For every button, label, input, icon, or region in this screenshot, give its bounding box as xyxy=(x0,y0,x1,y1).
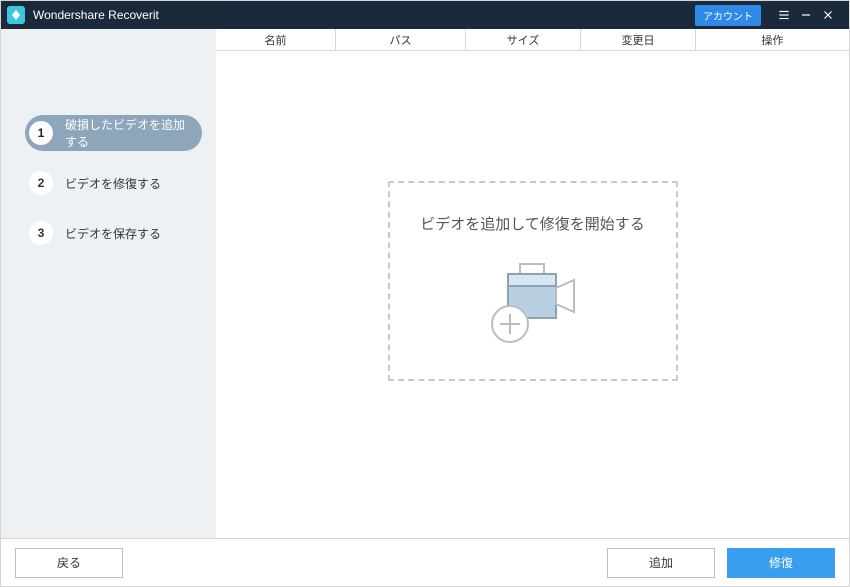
minimize-icon[interactable] xyxy=(795,4,817,26)
close-icon[interactable] xyxy=(817,4,839,26)
table-header: 名前 パス サイズ 変更日 操作 xyxy=(216,29,849,51)
add-button[interactable]: 追加 xyxy=(607,548,715,578)
sidebar: 1 破損したビデオを追加する 2 ビデオを修復する 3 ビデオを保存する xyxy=(1,29,216,538)
step-number: 2 xyxy=(29,171,53,195)
titlebar: Wondershare Recoverit アカウント xyxy=(1,1,849,29)
column-date[interactable]: 変更日 xyxy=(581,29,696,50)
step-1-add-video[interactable]: 1 破損したビデオを追加する xyxy=(25,115,202,151)
menu-icon[interactable] xyxy=(773,4,795,26)
column-name[interactable]: 名前 xyxy=(216,29,336,50)
repair-button[interactable]: 修復 xyxy=(727,548,835,578)
step-number: 3 xyxy=(29,221,53,245)
app-logo-icon xyxy=(7,6,25,24)
column-operations[interactable]: 操作 xyxy=(696,29,849,50)
account-button[interactable]: アカウント xyxy=(695,5,761,26)
drop-area: ビデオを追加して修復を開始する xyxy=(216,51,849,538)
main-panel: 名前 パス サイズ 変更日 操作 ビデオを追加して修復を開始する xyxy=(216,29,849,538)
app-title: Wondershare Recoverit xyxy=(33,8,159,22)
footer: 戻る 追加 修復 xyxy=(1,538,849,586)
step-label: ビデオを保存する xyxy=(65,225,161,242)
step-number: 1 xyxy=(29,121,53,145)
dropzone-message: ビデオを追加して修復を開始する xyxy=(420,213,645,234)
column-path[interactable]: パス xyxy=(336,29,466,50)
step-label: ビデオを修復する xyxy=(65,175,161,192)
add-video-dropzone[interactable]: ビデオを追加して修復を開始する xyxy=(388,181,678,381)
step-3-save-video[interactable]: 3 ビデオを保存する xyxy=(25,215,202,251)
column-size[interactable]: サイズ xyxy=(466,29,581,50)
step-2-repair-video[interactable]: 2 ビデオを修復する xyxy=(25,165,202,201)
step-label: 破損したビデオを追加する xyxy=(65,116,190,150)
back-button[interactable]: 戻る xyxy=(15,548,123,578)
camera-add-icon xyxy=(478,258,588,353)
